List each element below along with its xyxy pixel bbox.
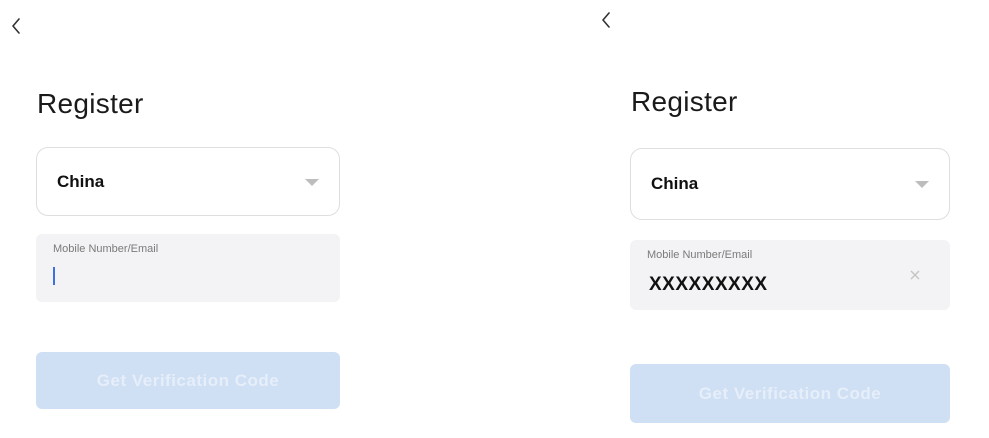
get-verification-code-button[interactable]: Get Verification Code [630, 364, 950, 423]
register-screen-filled: Register China Mobile Number/Email XXXXX… [590, 0, 989, 438]
chevron-left-icon [602, 12, 610, 28]
register-screen-empty: Register China Mobile Number/Email Get V… [0, 0, 390, 438]
country-select[interactable]: China [630, 148, 950, 220]
text-cursor [53, 267, 55, 285]
close-icon[interactable] [908, 268, 922, 282]
country-value: China [57, 171, 105, 191]
get-verification-code-label: Get Verification Code [698, 383, 882, 403]
comparison-stage: Register China Mobile Number/Email Get V… [0, 0, 989, 438]
account-input-label: Mobile Number/Email [647, 249, 753, 261]
caret-down-icon [915, 181, 929, 188]
get-verification-code-label: Get Verification Code [96, 370, 280, 390]
page-title: Register [37, 88, 144, 119]
caret-down-icon [305, 178, 319, 186]
back-button[interactable] [594, 6, 618, 34]
account-input[interactable]: Mobile Number/Email [36, 234, 340, 302]
get-verification-code-button[interactable]: Get Verification Code [36, 352, 340, 409]
country-value: China [651, 174, 699, 193]
account-input-label: Mobile Number/Email [53, 243, 159, 255]
account-input[interactable]: Mobile Number/Email XXXXXXXXX [630, 240, 950, 310]
back-button[interactable] [4, 12, 28, 40]
account-input-value: XXXXXXXXX [649, 274, 768, 295]
page-title: Register [631, 86, 738, 117]
country-select[interactable]: China [36, 147, 340, 216]
chevron-left-icon [12, 18, 20, 34]
